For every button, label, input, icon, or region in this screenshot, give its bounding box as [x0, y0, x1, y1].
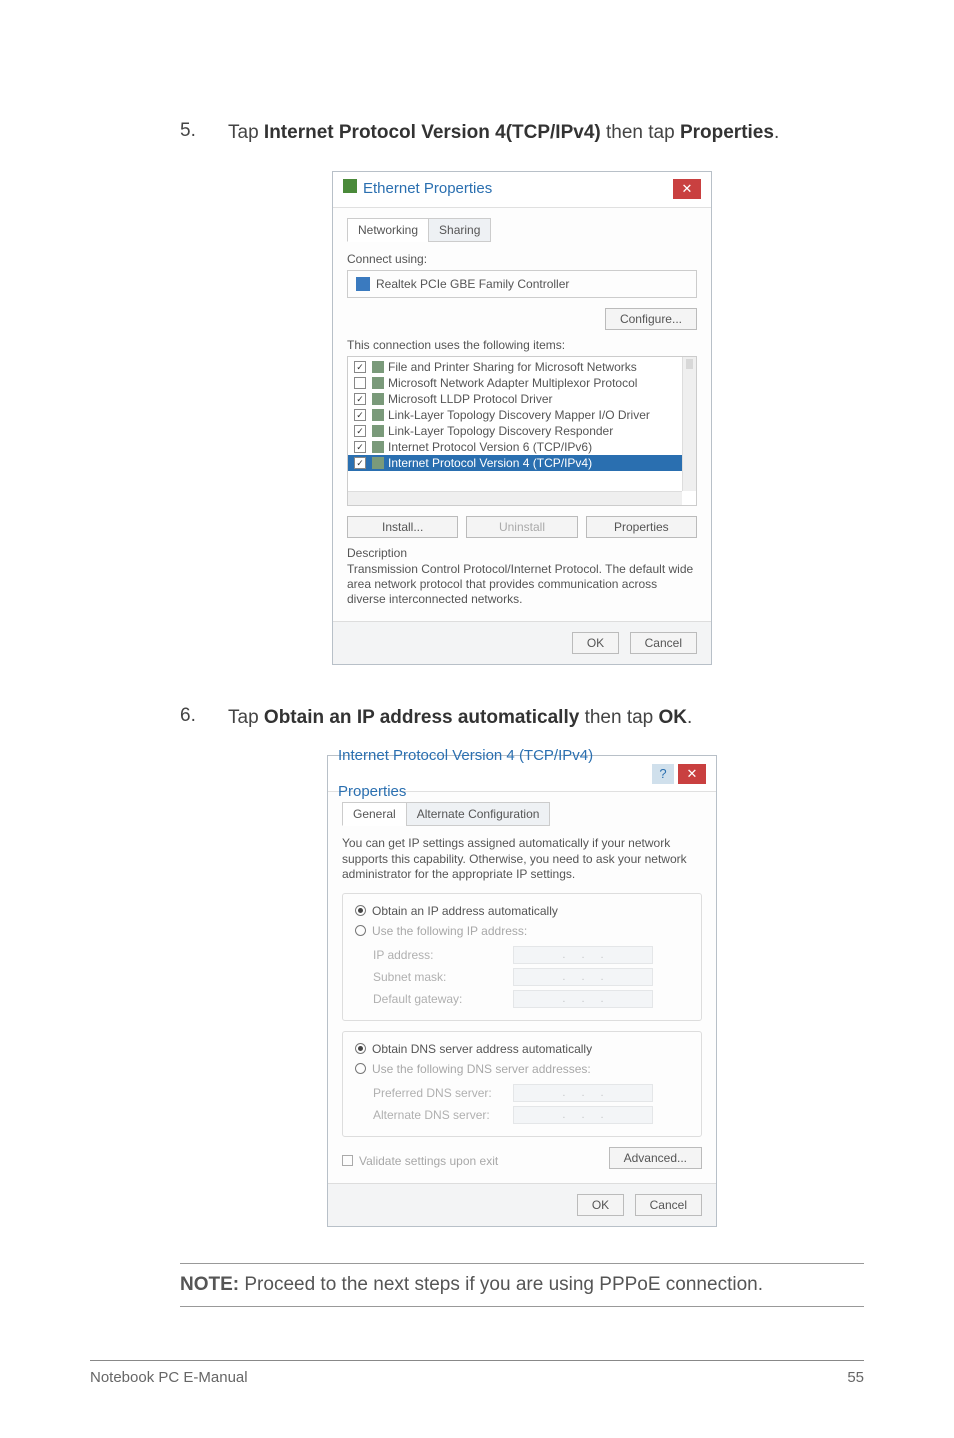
install-button[interactable]: Install...	[347, 516, 458, 538]
window-icon	[343, 179, 357, 193]
adapter-field: Realtek PCIe GBE Family Controller	[347, 270, 697, 298]
close-button[interactable]: ✕	[678, 764, 706, 784]
protocol-icon	[372, 393, 384, 405]
list-item[interactable]: ✓File and Printer Sharing for Microsoft …	[348, 359, 696, 375]
protocol-icon	[372, 361, 384, 373]
checkbox[interactable]: ✓	[354, 425, 366, 437]
tabs: Networking Sharing	[347, 218, 697, 242]
dialog-title: Ethernet Properties	[363, 180, 492, 197]
radio-auto-dns[interactable]: Obtain DNS server address automatically	[355, 1042, 689, 1056]
protocol-icon	[372, 441, 384, 453]
ip-address-label: IP address:	[373, 948, 513, 962]
radio-icon	[355, 905, 366, 916]
ip-settings-group: Obtain an IP address automatically Use t…	[342, 893, 702, 1021]
alternate-dns-input: ...	[513, 1106, 653, 1124]
dialog-title-bar: Internet Protocol Version 4 (TCP/IPv4) P…	[328, 756, 716, 792]
dialog-title: Internet Protocol Version 4 (TCP/IPv4) P…	[338, 738, 652, 810]
page-footer: Notebook PC E-Manual 55	[90, 1360, 864, 1386]
properties-button[interactable]: Properties	[586, 516, 697, 538]
radio-auto-ip[interactable]: Obtain an IP address automatically	[355, 904, 689, 918]
list-item[interactable]: Microsoft Network Adapter Multiplexor Pr…	[348, 375, 696, 391]
items-label: This connection uses the following items…	[347, 338, 697, 352]
subnet-label: Subnet mask:	[373, 970, 513, 984]
list-item[interactable]: ✓Link-Layer Topology Discovery Responder	[348, 423, 696, 439]
protocol-icon	[372, 457, 384, 469]
list-item[interactable]: ✓Internet Protocol Version 6 (TCP/IPv6)	[348, 439, 696, 455]
configure-button[interactable]: Configure...	[605, 308, 697, 330]
description-text: Transmission Control Protocol/Internet P…	[347, 562, 697, 607]
checkbox[interactable]: ✓	[354, 441, 366, 453]
step-6-number: 6.	[180, 705, 228, 732]
checkbox[interactable]	[354, 377, 366, 389]
list-item[interactable]: ✓Link-Layer Topology Discovery Mapper I/…	[348, 407, 696, 423]
dialog-title-bar: Ethernet Properties ✕	[333, 172, 711, 208]
checkbox[interactable]: ✓	[354, 393, 366, 405]
close-button[interactable]: ✕	[673, 179, 701, 199]
tab-alternate[interactable]: Alternate Configuration	[406, 802, 551, 826]
ipv4-properties-dialog: Internet Protocol Version 4 (TCP/IPv4) P…	[327, 755, 717, 1227]
preferred-dns-label: Preferred DNS server:	[373, 1086, 513, 1100]
ok-button[interactable]: OK	[572, 632, 619, 654]
tab-general[interactable]: General	[342, 802, 407, 826]
alternate-dns-label: Alternate DNS server:	[373, 1108, 513, 1122]
note-divider	[180, 1263, 864, 1264]
protocol-icon	[372, 425, 384, 437]
gateway-input: ...	[513, 990, 653, 1008]
protocol-icon	[372, 409, 384, 421]
radio-icon	[355, 1043, 366, 1054]
dns-settings-group: Obtain DNS server address automatically …	[342, 1031, 702, 1137]
gateway-label: Default gateway:	[373, 992, 513, 1006]
uninstall-button[interactable]: Uninstall	[466, 516, 577, 538]
checkbox[interactable]: ✓	[354, 361, 366, 373]
subnet-input: ...	[513, 968, 653, 986]
connect-using-label: Connect using:	[347, 252, 697, 266]
step-5-number: 5.	[180, 120, 228, 147]
cancel-button[interactable]: Cancel	[630, 632, 697, 654]
list-item-selected[interactable]: ✓Internet Protocol Version 4 (TCP/IPv4)	[348, 455, 696, 471]
note: NOTE: Proceed to the next steps if you a…	[180, 1274, 864, 1296]
intro-text: You can get IP settings assigned automat…	[342, 836, 702, 883]
checkbox[interactable]: ✓	[354, 409, 366, 421]
step-5: 5. Tap Internet Protocol Version 4(TCP/I…	[180, 120, 864, 147]
vertical-scrollbar[interactable]	[682, 357, 696, 491]
advanced-button[interactable]: Advanced...	[609, 1147, 702, 1169]
note-label: NOTE:	[180, 1274, 239, 1295]
network-items-list[interactable]: ✓File and Printer Sharing for Microsoft …	[347, 356, 697, 506]
radio-icon	[355, 925, 366, 936]
help-button[interactable]: ?	[652, 764, 674, 784]
ethernet-properties-dialog: Ethernet Properties ✕ Networking Sharing…	[332, 171, 712, 665]
checkbox[interactable]: ✓	[354, 457, 366, 469]
step-6-text: Tap Obtain an IP address automatically t…	[228, 705, 864, 732]
note-text: Proceed to the next steps if you are usi…	[239, 1274, 763, 1295]
validate-checkbox-row[interactable]: Validate settings upon exit	[342, 1154, 498, 1168]
step-5-text: Tap Internet Protocol Version 4(TCP/IPv4…	[228, 120, 864, 147]
radio-icon	[355, 1063, 366, 1074]
list-item[interactable]: ✓Microsoft LLDP Protocol Driver	[348, 391, 696, 407]
preferred-dns-input: ...	[513, 1084, 653, 1102]
checkbox[interactable]	[342, 1155, 353, 1166]
step-6: 6. Tap Obtain an IP address automaticall…	[180, 705, 864, 732]
protocol-icon	[372, 377, 384, 389]
ok-button[interactable]: OK	[577, 1194, 624, 1216]
footer-page-number: 55	[847, 1369, 864, 1386]
tab-networking[interactable]: Networking	[347, 218, 429, 242]
ip-address-input: ...	[513, 946, 653, 964]
horizontal-scrollbar[interactable]	[348, 491, 682, 505]
description-label: Description	[347, 546, 697, 560]
cancel-button[interactable]: Cancel	[635, 1194, 702, 1216]
tab-sharing[interactable]: Sharing	[428, 218, 491, 242]
note-divider	[180, 1306, 864, 1307]
radio-manual-dns[interactable]: Use the following DNS server addresses:	[355, 1062, 689, 1076]
footer-left: Notebook PC E-Manual	[90, 1369, 248, 1386]
adapter-name: Realtek PCIe GBE Family Controller	[376, 277, 569, 291]
radio-manual-ip[interactable]: Use the following IP address:	[355, 924, 689, 938]
adapter-icon	[356, 277, 370, 291]
